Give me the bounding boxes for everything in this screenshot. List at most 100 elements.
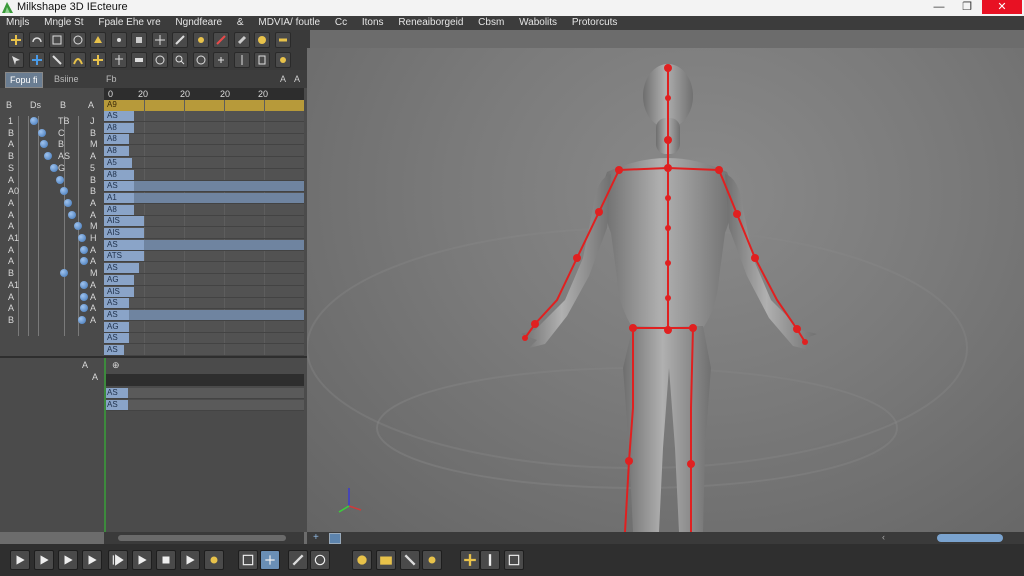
face-tool-button[interactable] bbox=[131, 32, 147, 48]
play-tool-button[interactable] bbox=[34, 550, 54, 570]
sphere-tool-button[interactable] bbox=[151, 52, 168, 68]
menu-item-8[interactable]: Itons bbox=[356, 16, 390, 30]
menu-item-12[interactable]: Protorcuts bbox=[566, 16, 624, 30]
add-icon[interactable]: + bbox=[313, 532, 319, 543]
lower-add-icon[interactable]: ⊕ bbox=[112, 360, 120, 371]
grid-row-selected[interactable]: A9 bbox=[104, 100, 304, 111]
grid-row[interactable]: AS bbox=[104, 239, 304, 251]
move-tool-button[interactable] bbox=[8, 32, 24, 48]
cross-tool-button[interactable] bbox=[90, 52, 106, 68]
cylinder-tool-button[interactable] bbox=[254, 52, 270, 68]
grid-row[interactable]: AS bbox=[104, 333, 304, 345]
scroll-left-icon[interactable]: ‹ bbox=[882, 532, 885, 542]
minimize-button[interactable]: — bbox=[924, 0, 954, 14]
pointer-tool-button[interactable] bbox=[8, 52, 24, 68]
play-tool-button[interactable] bbox=[132, 550, 152, 570]
arrow-tool-button[interactable] bbox=[49, 52, 65, 68]
paint-tool-button[interactable] bbox=[352, 550, 372, 570]
joint-node[interactable] bbox=[80, 280, 88, 289]
joint-node[interactable] bbox=[30, 117, 38, 125]
joint-tool-button[interactable] bbox=[192, 32, 209, 48]
menu-item-1[interactable]: Mnjls bbox=[0, 16, 35, 30]
menu-item-7[interactable]: Cc bbox=[329, 16, 353, 30]
tab-joints[interactable]: Fopu fi bbox=[5, 72, 43, 88]
weld-tool-button[interactable] bbox=[274, 32, 291, 48]
move-tool-button[interactable] bbox=[460, 550, 480, 570]
skip-tool-button[interactable] bbox=[108, 550, 128, 570]
joint-node[interactable] bbox=[74, 222, 82, 231]
close-button[interactable]: ✕ bbox=[982, 0, 1022, 14]
grid-row[interactable]: AS bbox=[104, 111, 304, 122]
menu-item-11[interactable]: Wabolits bbox=[513, 16, 563, 30]
stop-tool-button[interactable] bbox=[156, 550, 176, 570]
rig-tool-button[interactable] bbox=[213, 52, 229, 68]
tab-fb[interactable]: Fb bbox=[102, 72, 121, 86]
joint-node[interactable] bbox=[78, 234, 86, 242]
grid-row[interactable]: AIS bbox=[104, 216, 304, 228]
grid-row[interactable]: A8 bbox=[104, 146, 304, 158]
lasso-tool-button[interactable] bbox=[90, 32, 106, 48]
tree-tool-button[interactable] bbox=[110, 52, 127, 68]
joint-node[interactable] bbox=[80, 245, 88, 254]
menu-item-2[interactable]: Mngle St bbox=[38, 16, 89, 30]
scale-tool-button[interactable] bbox=[49, 32, 65, 48]
joint-tool-button[interactable] bbox=[204, 550, 224, 570]
menu-item-10[interactable]: Cbsm bbox=[472, 16, 510, 30]
grid-row[interactable]: AG bbox=[104, 274, 304, 286]
joint-node[interactable] bbox=[80, 304, 88, 313]
zoom-tool-button[interactable] bbox=[172, 52, 188, 68]
tab-bone[interactable]: Bsiine bbox=[50, 72, 83, 86]
keyframe-tool-button[interactable] bbox=[238, 550, 258, 570]
grid-row[interactable]: A8 bbox=[104, 122, 304, 134]
mirror-tool-button[interactable] bbox=[233, 52, 250, 68]
joint-node[interactable] bbox=[80, 292, 88, 301]
camera-tool-button[interactable] bbox=[192, 52, 209, 68]
light-tool-button[interactable] bbox=[274, 52, 291, 68]
joint-node[interactable] bbox=[50, 163, 58, 172]
joint-node[interactable] bbox=[78, 315, 86, 324]
lower-row[interactable]: AS bbox=[104, 388, 304, 399]
grid-row[interactable]: ATS bbox=[104, 251, 304, 263]
menu-item-9[interactable]: Reneaiborgeid bbox=[392, 16, 469, 30]
joint-node[interactable] bbox=[64, 198, 72, 207]
bind-tool-button[interactable] bbox=[260, 550, 280, 570]
arrow-tool-button[interactable] bbox=[400, 550, 420, 570]
pin-tool-button[interactable] bbox=[480, 550, 500, 570]
grid-row[interactable]: A5 bbox=[104, 157, 304, 169]
grid-row[interactable]: AIS bbox=[104, 228, 304, 239]
grid-row[interactable]: AS bbox=[104, 345, 304, 356]
joint-node[interactable] bbox=[40, 140, 48, 149]
knife-tool-button[interactable] bbox=[213, 32, 229, 48]
play-tool-button[interactable] bbox=[58, 550, 78, 570]
grid-row[interactable]: AIS bbox=[104, 286, 304, 298]
left-horizontal-scrollbar[interactable] bbox=[104, 532, 304, 544]
viewport-scroll-thumb[interactable] bbox=[937, 534, 1003, 542]
group-tool-button[interactable] bbox=[151, 32, 168, 48]
view-icon[interactable] bbox=[329, 533, 341, 544]
bone-tool-button[interactable] bbox=[288, 550, 308, 570]
scroll-thumb[interactable] bbox=[118, 535, 286, 541]
move-arrows-tool-button[interactable] bbox=[28, 52, 45, 68]
menu-item-6[interactable]: MDVIA/ foutle bbox=[252, 16, 326, 30]
plane-tool-button[interactable] bbox=[131, 52, 147, 68]
light-tool-button[interactable] bbox=[422, 550, 442, 570]
joint-node[interactable] bbox=[68, 210, 76, 219]
folder-tool-button[interactable] bbox=[376, 550, 396, 570]
bend-tool-button[interactable] bbox=[69, 52, 86, 68]
select-tool-button[interactable] bbox=[69, 32, 86, 48]
menu-item-4[interactable]: Ngndfeare bbox=[169, 16, 228, 30]
timeline-cursor[interactable] bbox=[104, 358, 106, 532]
play-tool-button[interactable] bbox=[82, 550, 102, 570]
grid-row[interactable]: AS bbox=[104, 298, 304, 310]
menu-item-5[interactable]: & bbox=[231, 16, 250, 30]
lower-row[interactable]: AS bbox=[104, 400, 304, 411]
play-tool-button[interactable] bbox=[10, 550, 30, 570]
joint-node[interactable] bbox=[60, 187, 68, 196]
joint-node[interactable] bbox=[56, 175, 64, 184]
joint-node[interactable] bbox=[60, 269, 68, 278]
grid-row[interactable]: AS bbox=[104, 181, 304, 193]
joint-node[interactable] bbox=[44, 152, 52, 161]
grid-row[interactable]: AG bbox=[104, 321, 304, 333]
play-tool-button[interactable] bbox=[180, 550, 200, 570]
bone-tool-button[interactable] bbox=[172, 32, 188, 48]
